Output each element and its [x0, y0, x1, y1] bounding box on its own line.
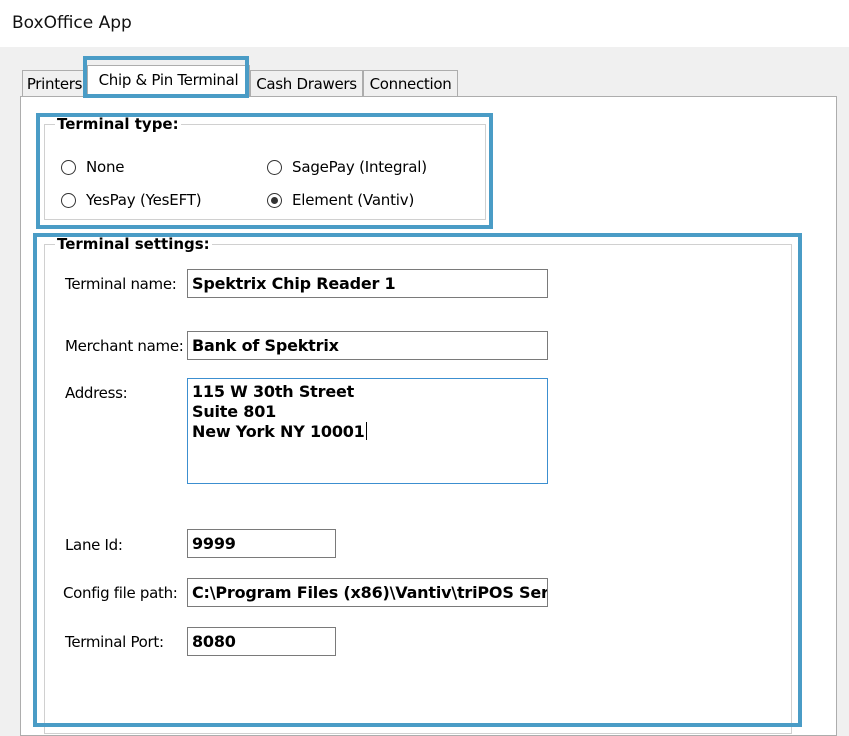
tab-strip: Printers Chip & Pin Terminal Cash Drawer…	[0, 47, 849, 97]
radio-yespay-circle[interactable]	[61, 192, 76, 208]
merchant-name-label: Merchant name:	[65, 337, 184, 355]
radio-yespay-label: YesPay (YesEFT)	[86, 191, 202, 209]
config-file-path-label: Config file path:	[63, 584, 178, 602]
radio-element[interactable]: Element (Vantiv)	[267, 190, 414, 210]
radio-sagepay[interactable]: SagePay (Integral)	[267, 157, 427, 177]
terminal-name-field[interactable]: Spektrix Chip Reader 1	[187, 269, 548, 298]
tab-chip-pin-terminal[interactable]: Chip & Pin Terminal	[87, 65, 250, 96]
window-title: BoxOffice App	[12, 13, 132, 33]
radio-yespay[interactable]: YesPay (YesEFT)	[61, 190, 202, 210]
address-line-2: Suite 801	[192, 402, 277, 421]
radio-sagepay-circle[interactable]	[267, 159, 282, 175]
merchant-name-field[interactable]: Bank of Spektrix	[187, 331, 548, 360]
terminal-type-legend: Terminal type:	[55, 115, 181, 133]
lane-id-field[interactable]: 9999	[187, 529, 336, 558]
radio-element-label: Element (Vantiv)	[292, 191, 415, 209]
radio-selected-dot	[271, 196, 278, 204]
text-caret	[365, 422, 367, 440]
tab-printers[interactable]: Printers	[22, 70, 87, 96]
config-file-path-field[interactable]: C:\Program Files (x86)\Vantiv\triPOS Ser	[187, 578, 548, 607]
tab-connection[interactable]: Connection	[363, 70, 458, 96]
terminal-port-label: Terminal Port:	[65, 633, 164, 651]
radio-element-circle[interactable]	[267, 192, 282, 208]
radio-none[interactable]: None	[61, 157, 125, 177]
address-line-3: New York NY 10001	[192, 422, 365, 441]
terminal-settings-group: Terminal settings:	[44, 235, 792, 734]
terminal-port-field[interactable]: 8080	[187, 627, 336, 656]
radio-none-circle[interactable]	[61, 159, 76, 175]
address-label: Address:	[65, 384, 128, 402]
address-line-3-wrap: New York NY 10001	[192, 422, 547, 442]
terminal-name-label: Terminal name:	[65, 275, 177, 293]
address-textarea[interactable]: 115 W 30th Street Suite 801 New York NY …	[187, 378, 548, 484]
lane-id-label: Lane Id:	[65, 536, 123, 554]
radio-sagepay-label: SagePay (Integral)	[292, 158, 427, 176]
terminal-settings-legend: Terminal settings:	[55, 235, 212, 253]
tab-cash-drawers[interactable]: Cash Drawers	[250, 70, 363, 96]
address-line-1: 115 W 30th Street	[192, 382, 355, 401]
radio-none-label: None	[86, 158, 125, 176]
title-bar: BoxOffice App	[0, 0, 849, 47]
